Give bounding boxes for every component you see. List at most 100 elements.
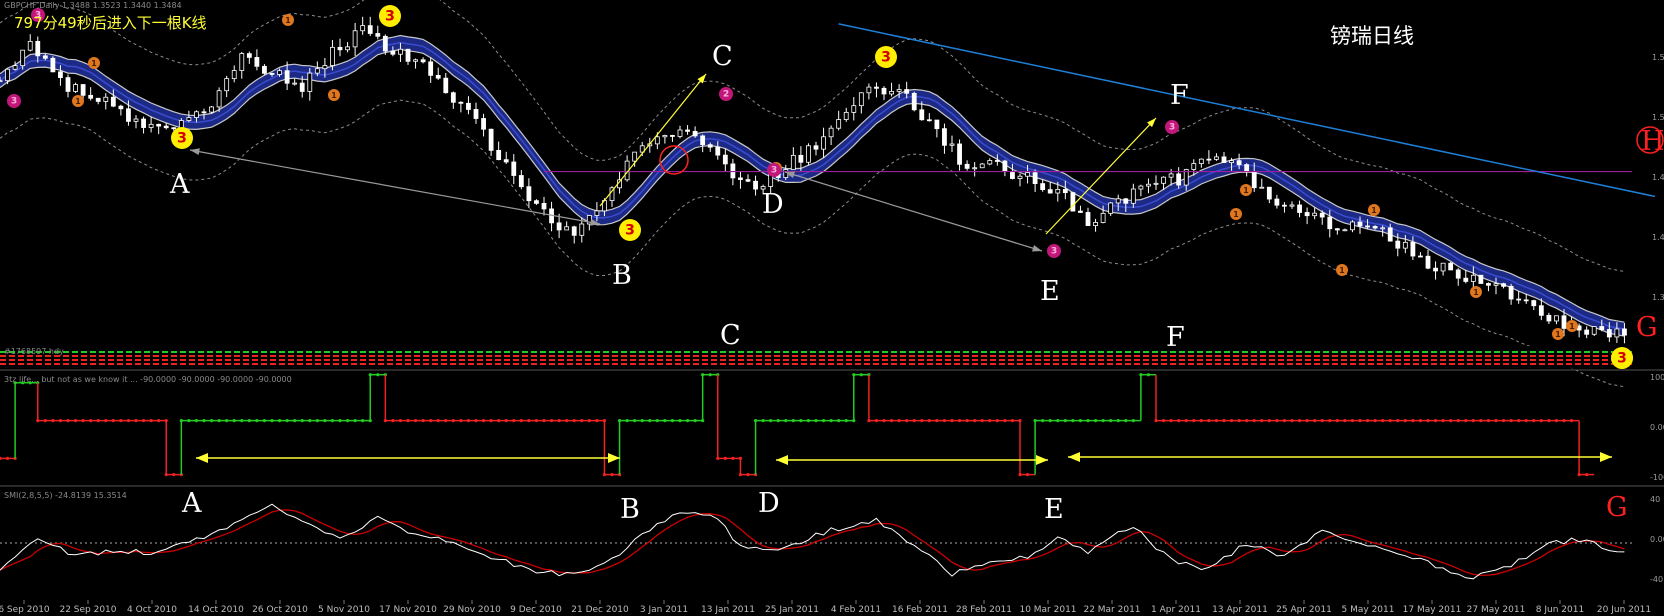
candle-body bbox=[224, 78, 230, 92]
candle-body bbox=[420, 59, 426, 63]
indicator-dot bbox=[1048, 419, 1052, 423]
candle-body bbox=[1153, 182, 1159, 185]
candle-body bbox=[1221, 156, 1227, 163]
candle-body bbox=[58, 71, 63, 78]
x-tick-label: 25 Jan 2011 bbox=[765, 605, 819, 615]
candle-body bbox=[1161, 176, 1166, 184]
indicator-dot bbox=[451, 419, 455, 423]
indicator-dot bbox=[988, 419, 992, 423]
indicator-dot bbox=[1441, 419, 1445, 423]
indicator-dot bbox=[209, 419, 214, 423]
indicator-dot bbox=[572, 419, 576, 423]
candle-body bbox=[1493, 283, 1499, 286]
candle-body bbox=[1085, 212, 1091, 226]
price-axis-tick: 1.50 bbox=[1652, 113, 1664, 122]
indicator-dot bbox=[126, 419, 131, 423]
candle-body bbox=[541, 202, 547, 210]
price-axis-tick: 1.40 bbox=[1652, 233, 1664, 242]
candle-body bbox=[1070, 192, 1076, 212]
candle-body bbox=[904, 89, 910, 94]
indicator-dot bbox=[927, 419, 931, 423]
indicator-dot bbox=[874, 419, 879, 423]
candle-body bbox=[141, 118, 146, 128]
x-tick-label: 8 Jun 2011 bbox=[1536, 605, 1584, 615]
indicator-dot bbox=[1456, 419, 1460, 423]
marker-orange-0-label: 1 bbox=[285, 16, 290, 25]
indicator-dot bbox=[1260, 419, 1264, 423]
indicator-dot bbox=[1388, 419, 1392, 423]
indicator-dot bbox=[1025, 473, 1030, 477]
candle-body bbox=[88, 94, 94, 99]
indicator-dot bbox=[814, 419, 818, 423]
indicator-dot bbox=[791, 419, 795, 423]
indicator-dot bbox=[1116, 419, 1120, 423]
indicator-dot bbox=[806, 419, 811, 423]
candle-body bbox=[1100, 212, 1106, 223]
candle-body bbox=[889, 90, 894, 95]
x-tick-label: 25 Apr 2011 bbox=[1276, 605, 1332, 615]
indicator-dot bbox=[655, 419, 659, 423]
indicator-dot bbox=[398, 419, 403, 423]
candle-body bbox=[1115, 198, 1121, 204]
candle-body bbox=[1440, 262, 1446, 272]
indicator-dot bbox=[587, 419, 591, 423]
candle-body bbox=[1425, 255, 1431, 269]
candle-body bbox=[1032, 172, 1038, 184]
candle-body bbox=[292, 82, 298, 85]
indicator-dot bbox=[633, 419, 637, 423]
indicator-dot bbox=[957, 419, 962, 423]
candle-body bbox=[526, 186, 532, 202]
candle-body bbox=[5, 68, 10, 82]
candle-body bbox=[1198, 158, 1204, 164]
indicator-dot bbox=[1146, 373, 1151, 377]
indicator-dot bbox=[995, 419, 999, 423]
marker-yellow-2-label: 3 bbox=[625, 223, 635, 239]
indicator-dot bbox=[1539, 419, 1543, 423]
indicator-dot bbox=[1101, 419, 1105, 423]
indicator-dot bbox=[1086, 419, 1090, 423]
candle-body bbox=[216, 90, 222, 108]
indicator-dot bbox=[859, 373, 863, 377]
indicator-dot bbox=[361, 419, 365, 423]
indicator-letter-e: E bbox=[1044, 494, 1064, 525]
candle-body bbox=[632, 151, 638, 162]
candle-body bbox=[1350, 221, 1355, 231]
indicator-dot bbox=[670, 419, 675, 423]
indicator-dot bbox=[1396, 419, 1400, 423]
candle-body bbox=[1259, 186, 1265, 189]
candle-body bbox=[866, 86, 872, 94]
candle-body bbox=[1531, 300, 1537, 307]
indicator-dot bbox=[1381, 419, 1385, 423]
candle-body bbox=[1297, 204, 1302, 213]
indicator-dot bbox=[1464, 419, 1468, 423]
x-tick-label: 28 Feb 2011 bbox=[956, 605, 1012, 615]
indicator-dot bbox=[285, 419, 289, 423]
indicator-dot bbox=[973, 419, 977, 423]
chart-title: 镑瑞日线 bbox=[1330, 24, 1414, 48]
indicator-dot bbox=[255, 419, 259, 423]
indicator-dot bbox=[1109, 419, 1113, 423]
candle-body bbox=[1191, 163, 1197, 170]
candle-body bbox=[277, 70, 282, 75]
indicator-dot bbox=[489, 419, 493, 423]
indicator-dot bbox=[1343, 419, 1347, 423]
indicator-dot bbox=[1245, 419, 1249, 423]
candle-body bbox=[0, 80, 3, 83]
indicator-dot bbox=[701, 373, 705, 377]
indicator-dot bbox=[837, 419, 841, 423]
indicator-dot bbox=[157, 419, 161, 423]
indicator-dot bbox=[1071, 419, 1075, 423]
candle-body bbox=[148, 123, 154, 128]
candle-body bbox=[42, 55, 48, 59]
indicator-dot bbox=[1184, 419, 1188, 423]
indicator-dot bbox=[111, 419, 115, 423]
candle-body bbox=[934, 119, 940, 130]
candle-body bbox=[994, 160, 1000, 162]
indicator-dot bbox=[1305, 419, 1309, 423]
indicator-dot bbox=[602, 473, 607, 477]
candle-body bbox=[979, 163, 985, 169]
candle-body bbox=[231, 70, 237, 80]
candle-body bbox=[722, 154, 728, 165]
indicator-dot bbox=[232, 419, 236, 423]
candle-body bbox=[571, 226, 577, 236]
